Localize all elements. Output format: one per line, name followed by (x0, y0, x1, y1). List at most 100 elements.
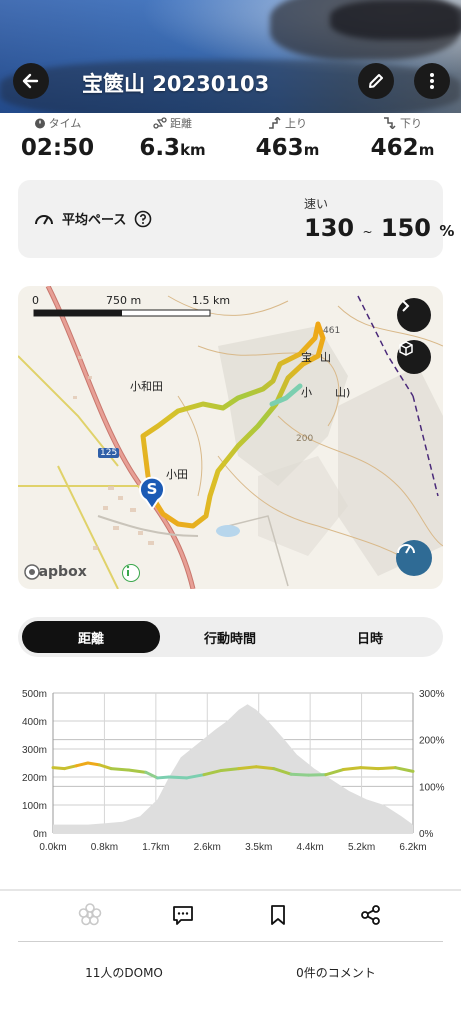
tab-distance[interactable]: 距離 (22, 621, 160, 653)
x-tick: 2.6km (194, 842, 221, 853)
x-tick: 0.8km (91, 842, 118, 853)
pace-segment (156, 775, 171, 780)
stat-value: 02:50 (20, 135, 95, 161)
stat-value: 463 (255, 135, 304, 161)
pace-segment (74, 761, 90, 768)
y-right-tick: 300% (419, 689, 445, 700)
pace-high: 150 (380, 214, 431, 242)
comment-icon (173, 906, 193, 925)
header-photo: 宝篋山 20230103 (0, 0, 461, 113)
pace-label: 平均ペース (62, 213, 127, 228)
mapbox-icon (24, 564, 40, 580)
bookmark-button[interactable] (260, 900, 296, 930)
pace-segment (254, 765, 276, 771)
more-vertical-icon (430, 73, 434, 89)
pace-low: 130 (304, 214, 355, 242)
stat-value: 6.3 (139, 135, 181, 161)
domo-button[interactable]: D (72, 900, 108, 930)
pace-segment (63, 764, 78, 771)
stat-unit: m (418, 141, 435, 159)
chevron-right-icon (402, 300, 410, 312)
stat-value: 462 (370, 135, 419, 161)
help-icon[interactable] (134, 210, 152, 228)
stat-time: タイム 02:50 (0, 113, 115, 161)
activity-stats: タイム 02:50 距離 6.3km 上り 463m 下り 462m (0, 113, 461, 173)
contour-label: 200 (296, 434, 314, 444)
peak-elevation-label: 461 (323, 326, 341, 336)
cube-3d-icon (399, 341, 413, 356)
map-pace-button[interactable] (396, 540, 432, 576)
pace-range: 130 ~ 150 % (304, 214, 454, 242)
pace-segment (167, 775, 189, 780)
pace-segment (289, 772, 310, 777)
pace-segment (126, 768, 148, 774)
pace-segment (359, 766, 380, 771)
route-map[interactable]: 0 750 m 1.5 km 小和田 小田 宝 山 小 山) 461 200 1… (18, 286, 443, 589)
pace-segment (394, 766, 415, 773)
mapbox-logo: mapbox (24, 564, 87, 580)
map-canvas (18, 286, 443, 589)
pace-speed-label: 速い (304, 197, 329, 211)
info-icon (126, 565, 130, 576)
pencil-icon (369, 74, 383, 88)
route-number-badge: 125 (98, 448, 120, 458)
map-3d-button[interactable] (397, 340, 431, 374)
scale-label-750m: 750 m (106, 294, 142, 307)
domo-count[interactable]: 11人のDOMO (24, 964, 224, 981)
pace-segment (51, 766, 67, 771)
edit-button[interactable] (358, 63, 394, 99)
pace-tilde: ~ (362, 225, 373, 239)
more-button[interactable] (414, 63, 450, 99)
stat-ascent: 上り 463m (230, 113, 345, 161)
y-left-tick: 500m (22, 689, 47, 700)
x-tick: 3.5km (245, 842, 272, 853)
stat-distance: 距離 6.3km (115, 113, 230, 161)
place-label: 小田 (166, 468, 188, 481)
back-button[interactable] (13, 63, 49, 99)
x-tick: 0.0km (39, 842, 66, 853)
y-left-tick: 200m (22, 773, 47, 784)
share-icon (361, 905, 380, 925)
elevation-pace-chart: 500m 400m 300m 200m 100m 0m 300% 200% 100% 0% 0.0k… (22, 689, 445, 853)
pace-segment (324, 768, 345, 777)
pace-unit: % (439, 222, 455, 240)
stat-label: 下り (400, 117, 422, 130)
place-label: 山 (320, 351, 331, 364)
stat-descent: 下り 462m (345, 113, 460, 161)
pace-segment (219, 767, 241, 772)
descent-icon (384, 117, 396, 129)
place-label: 宝 (301, 351, 312, 364)
pace-segment (97, 763, 113, 771)
domo-flower-icon: D (78, 903, 102, 926)
route-icon (153, 117, 167, 129)
x-tick: 6.2km (399, 842, 426, 853)
y-right-tick: 100% (419, 782, 445, 793)
y-right-tick: 200% (419, 736, 445, 747)
start-marker[interactable]: S (138, 476, 166, 510)
y-left-tick: 100m (22, 801, 47, 812)
tab-moving-time[interactable]: 行動時間 (160, 621, 300, 653)
map-info-button[interactable] (122, 564, 140, 582)
pace-segment (237, 765, 258, 771)
pace-segment (86, 761, 101, 767)
stat-label: 上り (285, 117, 307, 130)
tab-datetime[interactable]: 日時 (300, 621, 440, 653)
y-right-tick: 0% (419, 829, 434, 840)
y-left-tick: 300m (22, 745, 47, 756)
stat-unit: m (303, 141, 320, 159)
stat-label: 距離 (170, 117, 192, 130)
comment-button[interactable] (165, 900, 201, 930)
svg-text:D: D (87, 910, 94, 920)
share-button[interactable] (353, 900, 389, 930)
start-marker-letter: S (146, 480, 158, 498)
pace-segment (341, 766, 363, 772)
stat-label: タイム (48, 117, 82, 130)
x-tick: 4.4km (297, 842, 324, 853)
comment-count[interactable]: 0件のコメント (236, 964, 436, 981)
y-left-tick: 0m (33, 829, 47, 840)
ascent-icon (269, 117, 281, 129)
place-label: 小和田 (130, 380, 163, 393)
arrow-left-icon (22, 73, 39, 89)
map-expand-button[interactable] (397, 298, 431, 332)
stat-unit: km (180, 141, 206, 159)
